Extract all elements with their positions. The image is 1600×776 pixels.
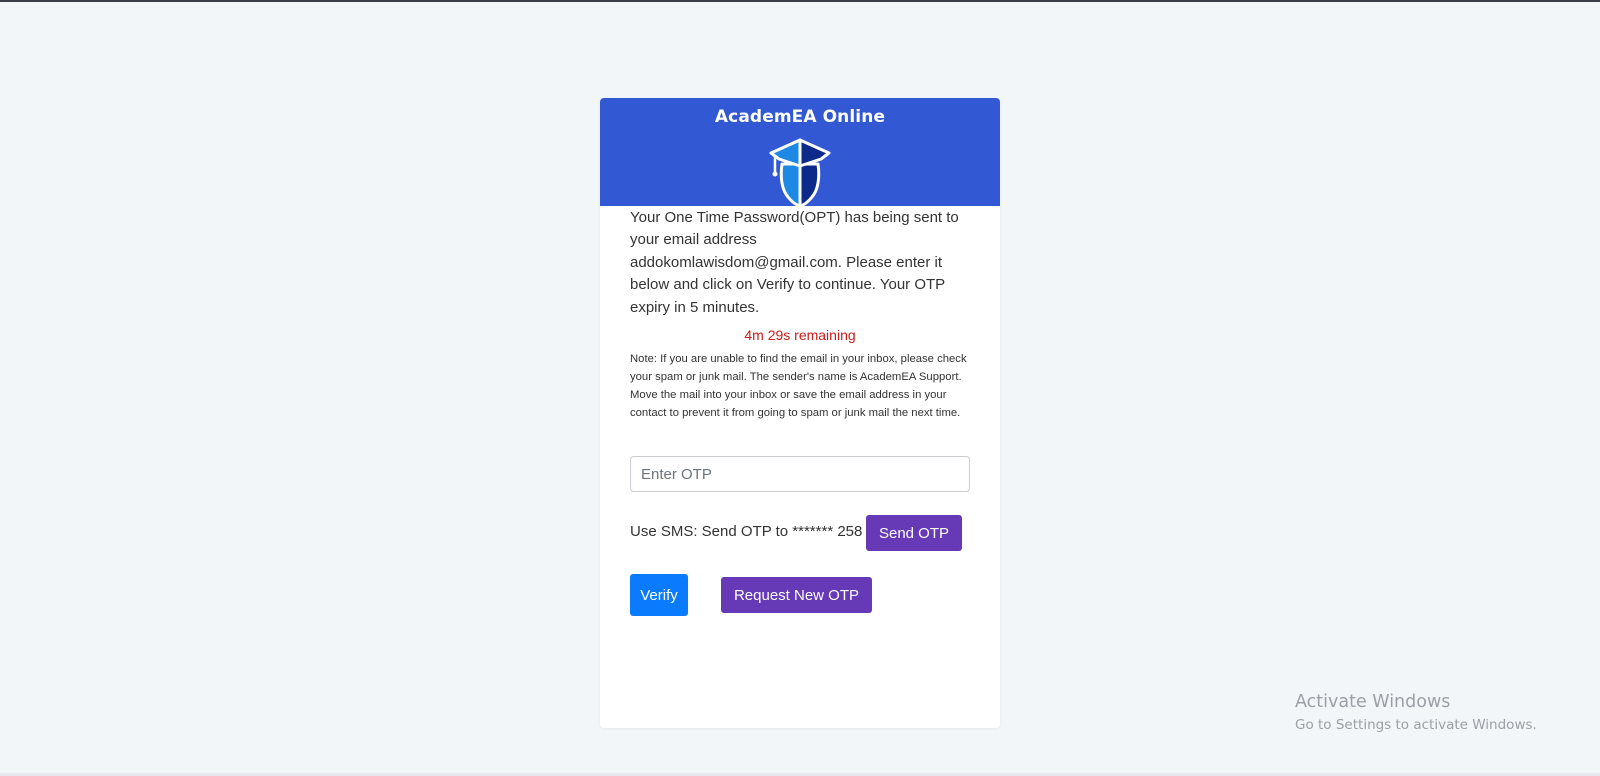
sms-row: Use SMS: Send OTP to ******* 258 Send OT…: [630, 515, 970, 551]
watermark-title: Activate Windows: [1295, 692, 1451, 712]
verify-button[interactable]: Verify: [630, 574, 688, 616]
card-header: AcademEA Online: [600, 98, 1000, 208]
request-new-otp-button[interactable]: Request New OTP: [721, 577, 872, 613]
window-top-border: [0, 0, 1600, 2]
send-otp-button[interactable]: Send OTP: [866, 515, 962, 551]
graduation-cap-head-icon: [769, 138, 831, 208]
otp-instructions: Your One Time Password(OPT) has being se…: [630, 209, 959, 316]
otp-card: AcademEA Online Your One Time Password(O…: [600, 98, 1000, 728]
countdown-timer: 4m 29s remaining: [744, 327, 856, 343]
otp-input[interactable]: [630, 456, 970, 492]
windows-activation-watermark: Activate Windows Go to Settings to activ…: [1295, 691, 1537, 735]
sms-label: Use SMS: Send OTP to ******* 258: [630, 523, 863, 540]
watermark-subtitle: Go to Settings to activate Windows.: [1295, 717, 1537, 733]
spam-note: Note: If you are unable to find the emai…: [630, 353, 967, 419]
app-title: AcademEA Online: [714, 107, 886, 127]
